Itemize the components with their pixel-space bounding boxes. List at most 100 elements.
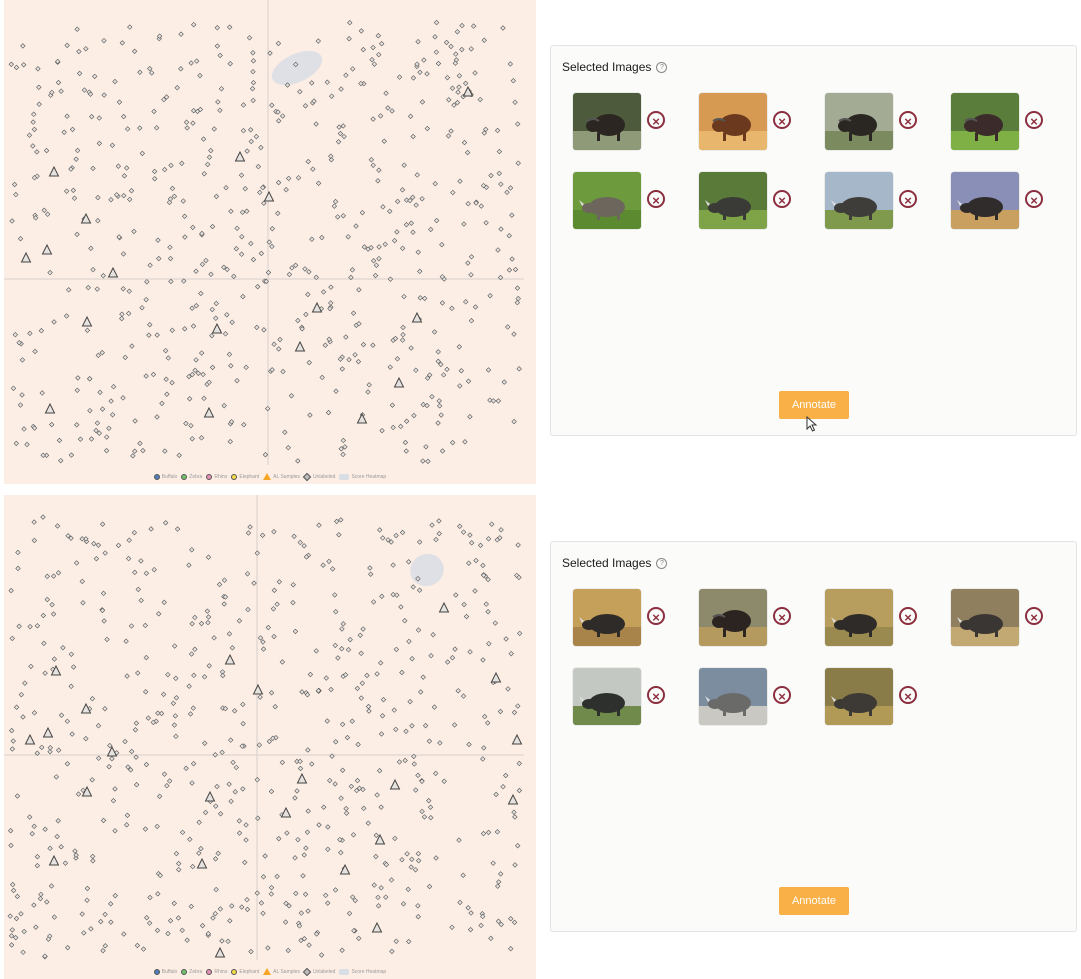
unlabeled-point[interactable] [100,947,106,954]
unlabeled-point[interactable] [461,601,467,608]
unlabeled-point[interactable] [367,565,373,571]
unlabeled-point[interactable] [347,20,353,26]
unlabeled-point[interactable] [64,718,71,724]
unlabeled-point[interactable] [398,423,404,430]
unlabeled-point[interactable] [437,740,443,746]
unlabeled-point[interactable] [303,845,309,851]
unlabeled-point[interactable] [156,793,163,800]
unlabeled-point[interactable] [403,728,409,734]
unlabeled-point[interactable] [250,58,257,64]
remove-image-icon[interactable]: × [647,686,665,704]
unlabeled-point[interactable] [9,635,15,642]
unlabeled-point[interactable] [101,618,107,624]
unlabeled-point[interactable] [338,86,344,92]
unlabeled-point[interactable] [243,822,249,828]
unlabeled-point[interactable] [400,324,406,331]
unlabeled-point[interactable] [325,824,331,830]
unlabeled-point[interactable] [35,66,41,72]
unlabeled-point[interactable] [335,139,342,145]
unlabeled-point[interactable] [74,231,80,238]
unlabeled-point[interactable] [302,266,308,272]
unlabeled-point[interactable] [226,781,232,787]
unlabeled-point[interactable] [102,706,108,712]
unlabeled-point[interactable] [247,524,253,530]
unlabeled-point[interactable] [34,149,40,155]
unlabeled-point[interactable] [423,444,429,450]
unlabeled-point[interactable] [378,804,384,810]
unlabeled-point[interactable] [457,523,463,529]
unlabeled-point[interactable] [87,376,93,382]
unlabeled-point[interactable] [240,720,246,727]
unlabeled-point[interactable] [279,659,286,665]
unlabeled-point[interactable] [323,892,329,899]
unlabeled-point[interactable] [108,901,114,907]
unlabeled-point[interactable] [210,915,216,921]
unlabeled-point[interactable] [485,576,491,583]
unlabeled-point[interactable] [44,573,51,580]
unlabeled-point[interactable] [140,946,147,952]
al-sample-point[interactable] [389,778,401,790]
unlabeled-point[interactable] [274,873,280,880]
unlabeled-point[interactable] [242,186,248,192]
unlabeled-point[interactable] [467,649,473,655]
unlabeled-point[interactable] [467,414,473,420]
unlabeled-point[interactable] [215,99,221,105]
unlabeled-point[interactable] [145,715,152,721]
unlabeled-point[interactable] [459,22,465,29]
unlabeled-point[interactable] [154,332,160,338]
unlabeled-point[interactable] [209,333,215,339]
unlabeled-point[interactable] [214,43,221,49]
unlabeled-point[interactable] [472,588,478,594]
unlabeled-point[interactable] [176,860,182,867]
unlabeled-point[interactable] [446,97,452,103]
unlabeled-point[interactable] [295,836,301,843]
unlabeled-point[interactable] [229,645,236,651]
unlabeled-point[interactable] [332,642,338,649]
legend-item[interactable]: Rhino [206,474,227,480]
unlabeled-point[interactable] [514,299,520,306]
unlabeled-point[interactable] [228,798,234,804]
unlabeled-point[interactable] [217,52,223,59]
unlabeled-point[interactable] [198,350,205,356]
unlabeled-point[interactable] [205,161,211,168]
unlabeled-point[interactable] [209,364,216,371]
unlabeled-point[interactable] [110,384,117,390]
unlabeled-point[interactable] [401,293,407,300]
unlabeled-point[interactable] [104,434,110,440]
unlabeled-point[interactable] [428,226,434,233]
unlabeled-point[interactable] [415,903,421,909]
unlabeled-point[interactable] [374,792,380,798]
unlabeled-point[interactable] [34,623,41,629]
unlabeled-point[interactable] [77,436,84,442]
unlabeled-point[interactable] [480,830,487,837]
unlabeled-point[interactable] [132,569,138,576]
unlabeled-point[interactable] [213,193,220,200]
unlabeled-point[interactable] [275,40,282,47]
embedding-scatter-plot-bottom[interactable]: Buffalo Zebra Rhino Elephant AL Samples Unlab… [4,495,536,979]
unlabeled-point[interactable] [439,448,446,454]
unlabeled-point[interactable] [106,425,112,431]
unlabeled-point[interactable] [454,29,461,35]
rhino-thumbnail[interactable] [699,668,767,725]
unlabeled-point[interactable] [236,818,243,824]
unlabeled-point[interactable] [189,305,195,311]
unlabeled-point[interactable] [495,247,501,253]
unlabeled-point[interactable] [74,387,80,393]
unlabeled-point[interactable] [75,791,82,797]
unlabeled-point[interactable] [445,133,452,139]
unlabeled-point[interactable] [124,822,130,828]
unlabeled-point[interactable] [55,747,62,753]
remove-image-icon[interactable]: × [899,190,917,208]
unlabeled-point[interactable] [54,523,61,529]
unlabeled-point[interactable] [204,608,211,614]
unlabeled-point[interactable] [190,21,197,28]
unlabeled-point[interactable] [162,448,168,454]
unlabeled-point[interactable] [331,203,338,209]
unlabeled-point[interactable] [115,163,122,169]
unlabeled-point[interactable] [240,102,247,108]
unlabeled-point[interactable] [240,293,246,300]
unlabeled-point[interactable] [119,315,125,322]
unlabeled-point[interactable] [191,672,197,679]
unlabeled-point[interactable] [328,93,335,99]
unlabeled-point[interactable] [190,108,197,114]
